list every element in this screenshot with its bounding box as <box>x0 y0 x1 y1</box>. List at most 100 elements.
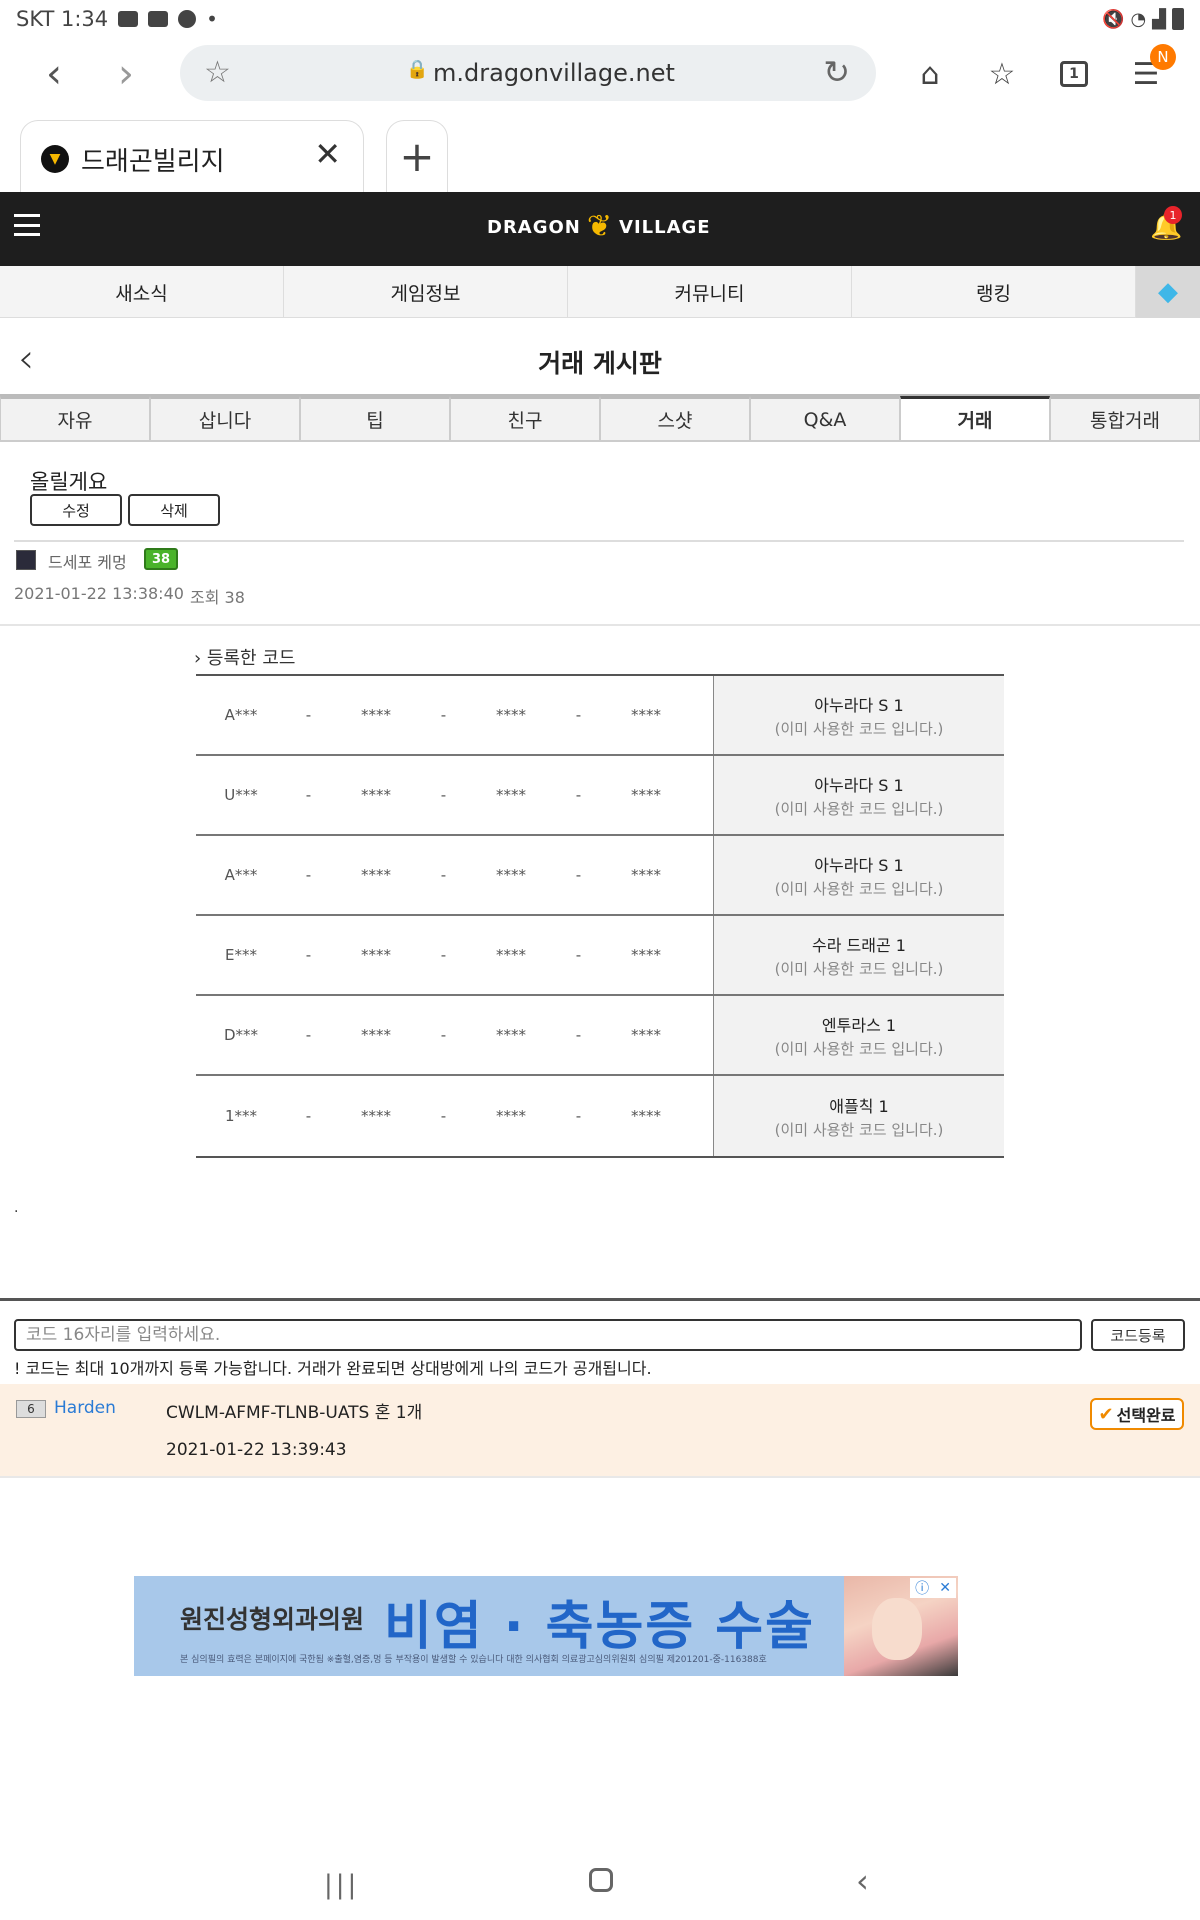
code-separator: - <box>305 786 312 804</box>
edit-button[interactable]: 수정 <box>30 494 122 526</box>
diamond-icon: ◆ <box>1158 277 1178 307</box>
ad-disclaimer: 본 심의필의 효력은 본페이지에 국한됨 ※출혈,염증,멍 등 부작용이 발생할… <box>180 1655 767 1665</box>
code-segment: **** <box>361 946 391 964</box>
tab-trade[interactable]: 거래 <box>900 396 1050 441</box>
new-tab-button[interactable]: + <box>386 120 448 192</box>
post-date: 2021-01-22 13:38:40 <box>14 584 184 603</box>
close-tab-icon[interactable]: ✕ <box>314 135 341 173</box>
gem-shop-button[interactable]: ◆ <box>1136 266 1200 318</box>
ad-close-icon[interactable]: ✕ <box>939 1580 951 1596</box>
nav-item-ranking[interactable]: 랭킹 <box>852 266 1136 318</box>
hamburger-menu-icon[interactable] <box>14 214 40 236</box>
tab-friend[interactable]: 친구 <box>450 396 600 441</box>
home-icon: ⌂ <box>920 56 940 92</box>
home-button[interactable]: ⌂ <box>906 50 954 98</box>
code-status: (이미 사용한 코드 입니다.) <box>774 959 944 978</box>
site-logo[interactable]: DRAGON ❦ VILLAGE <box>487 212 711 242</box>
ad-banner[interactable]: 원진성형외과의원 비염 · 축농증 수술 본 심의필의 효력은 본페이지에 국한… <box>134 1576 958 1676</box>
select-complete-button[interactable]: ✔ 선택완료 <box>1090 1398 1184 1430</box>
youtube-icon <box>148 11 169 27</box>
system-back-button[interactable]: ‹ <box>856 1862 869 1900</box>
code-separator: - <box>575 706 582 724</box>
code-row: A*** - **** - **** - **** 아누라다 S 1 (이미 사용한 코드 입니… <box>196 676 1004 756</box>
bookmark-star-icon[interactable]: ☆ <box>204 55 231 90</box>
tab-free[interactable]: 자유 <box>0 396 150 441</box>
page-title: 거래 게시판 <box>538 349 662 378</box>
menu-badge: N <box>1150 44 1176 70</box>
author-name[interactable]: 드세포 케멍 <box>48 549 127 573</box>
author-level-badge: 38 <box>144 548 178 570</box>
browser-toolbar: ‹ › ☆ 🔒 m.dragonvillage.net ↻ ⌂ ☆ 1 ☰ N <box>0 38 1200 110</box>
code-segments: D*** - **** - **** - **** <box>196 996 714 1074</box>
code-segment: **** <box>631 1107 661 1125</box>
tab-tip[interactable]: 팁 <box>300 396 450 441</box>
offer-row: 6 Harden CWLM-AFMF-TLNB-UATS 혼 1개 2021-0… <box>0 1384 1200 1478</box>
site-header: DRAGON ❦ VILLAGE 🔔 1 <box>0 192 1200 266</box>
code-segment: **** <box>631 706 661 724</box>
offer-user-name[interactable]: Harden <box>54 1398 116 1418</box>
tab-qna[interactable]: Q&A <box>750 396 900 441</box>
code-status: (이미 사용한 코드 입니다.) <box>774 719 944 738</box>
bookmarks-button[interactable]: ☆ <box>978 50 1026 98</box>
system-home-button[interactable] <box>589 1868 613 1892</box>
tab-integrated-trade[interactable]: 통합거래 <box>1050 396 1200 441</box>
code-segment: **** <box>361 706 391 724</box>
code-segment: A*** <box>224 706 258 724</box>
code-info: 엔투라스 1 (이미 사용한 코드 입니다.) <box>714 996 1004 1074</box>
code-separator: - <box>575 1026 582 1044</box>
code-segment: **** <box>361 866 391 884</box>
browser-menu-button[interactable]: ☰ N <box>1122 44 1176 98</box>
code-segments: A*** - **** - **** - **** <box>196 836 714 914</box>
code-info: 수라 드래곤 1 (이미 사용한 코드 입니다.) <box>714 916 1004 994</box>
bookmarks-star-icon: ☆ <box>988 56 1016 92</box>
ad-choices[interactable]: ⓘ ✕ <box>910 1578 956 1598</box>
code-separator: - <box>440 866 447 884</box>
carrier-time: SKT 1:34 <box>16 7 109 31</box>
code-segment: **** <box>361 1107 391 1125</box>
browser-tab[interactable]: ▼ 드래곤빌리지 ✕ <box>20 120 364 192</box>
register-code-button[interactable]: 코드등록 <box>1091 1319 1185 1351</box>
ad-info-icon[interactable]: ⓘ <box>915 1578 929 1598</box>
code-product: 수라 드래곤 1 <box>812 935 906 955</box>
code-status: (이미 사용한 코드 입니다.) <box>774 799 944 818</box>
nav-item-game-info[interactable]: 게임정보 <box>284 266 568 318</box>
logo-text-right: VILLAGE <box>619 216 711 238</box>
code-segment: D*** <box>223 1026 259 1044</box>
browser-back-button[interactable]: ‹ <box>26 46 82 102</box>
code-separator: - <box>440 786 447 804</box>
board-category-tabs: 자유 삽니다 팁 친구 스샷 Q&A 거래 통합거래 <box>0 396 1200 442</box>
reload-icon[interactable]: ↻ <box>823 53 850 91</box>
address-bar[interactable]: ☆ 🔒 m.dragonvillage.net ↻ <box>180 45 876 101</box>
code-segments: A*** - **** - **** - **** <box>196 676 714 754</box>
divider <box>14 540 1184 542</box>
mute-icon: 🔇 <box>1102 8 1125 30</box>
nav-item-community[interactable]: 커뮤니티 <box>568 266 852 318</box>
url-text[interactable]: m.dragonvillage.net <box>433 59 675 87</box>
wifi-icon: ◔ <box>1130 8 1147 30</box>
site-nav: 새소식 게임정보 커뮤니티 랭킹 ◆ <box>0 266 1200 318</box>
code-row: E*** - **** - **** - **** 수라 드래곤 1 (이미 사용한 코드 입니… <box>196 916 1004 996</box>
notification-button[interactable]: 🔔 1 <box>1150 206 1182 242</box>
tab-screenshot[interactable]: 스샷 <box>600 396 750 441</box>
code-separator: - <box>305 1107 312 1125</box>
code-input[interactable] <box>14 1319 1082 1351</box>
checkmark-icon: ✔ <box>1098 1403 1114 1425</box>
browser-tab-strip: ▼ 드래곤빌리지 ✕ + <box>0 110 1200 192</box>
tab-buy[interactable]: 삽니다 <box>150 396 300 441</box>
shopping-bag-icon <box>118 11 139 27</box>
code-segment: **** <box>496 946 526 964</box>
code-status: (이미 사용한 코드 입니다.) <box>774 1120 944 1139</box>
code-product: 아누라다 S 1 <box>814 775 904 795</box>
code-segment: **** <box>361 786 391 804</box>
code-register-area: 코드등록 ! 코드는 최대 10개까지 등록 가능합니다. 거래가 완료되면 상… <box>0 1298 1200 1386</box>
code-separator: - <box>440 946 447 964</box>
recents-button[interactable]: ||| <box>324 1870 359 1900</box>
nav-item-news[interactable]: 새소식 <box>0 266 284 318</box>
code-info: 애플칙 1 (이미 사용한 코드 입니다.) <box>714 1076 1004 1156</box>
tabs-button[interactable]: 1 <box>1050 50 1098 98</box>
browser-forward-button[interactable]: › <box>98 46 154 102</box>
code-info: 아누라다 S 1 (이미 사용한 코드 입니다.) <box>714 676 1004 754</box>
delete-button[interactable]: 삭제 <box>128 494 220 526</box>
code-product: 아누라다 S 1 <box>814 855 904 875</box>
chevron-right-icon: › <box>118 51 134 97</box>
